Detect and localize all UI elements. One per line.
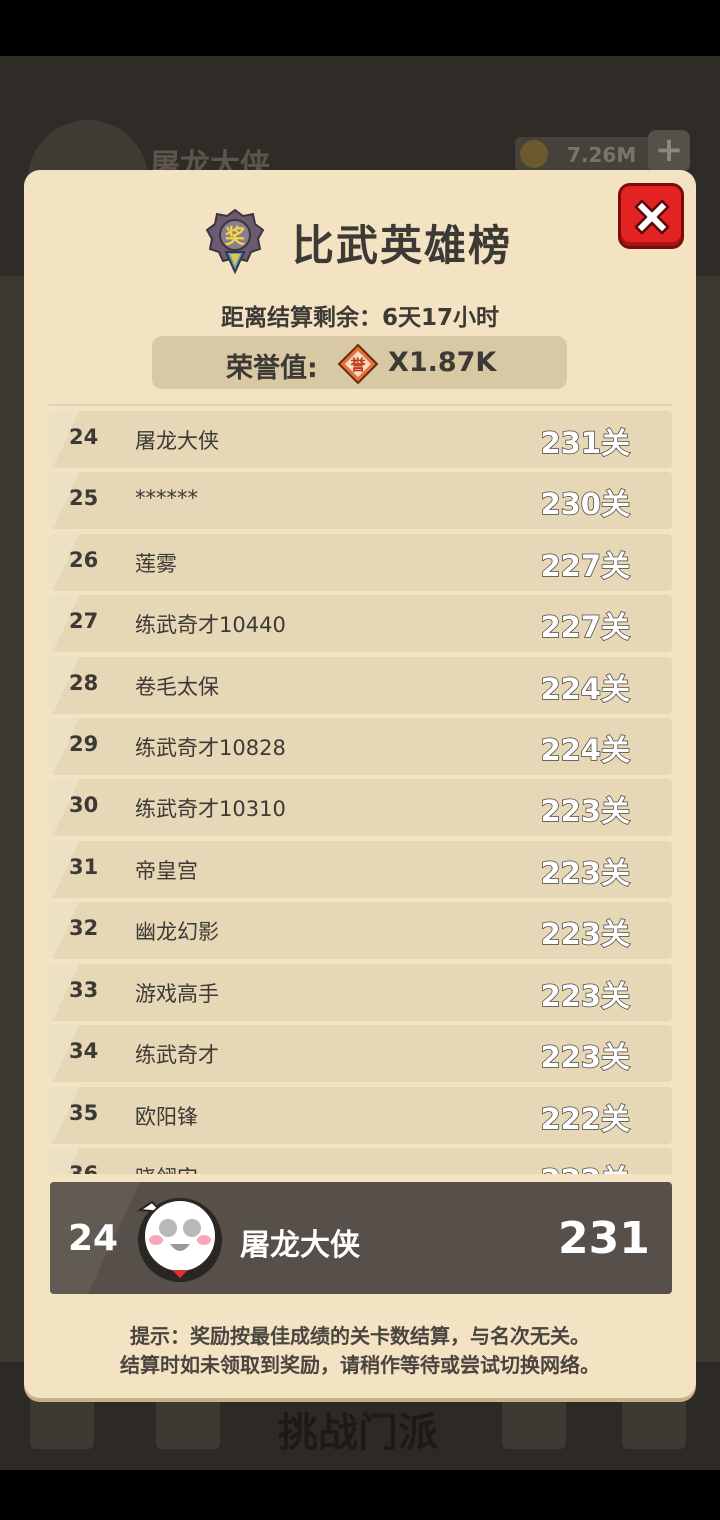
coin-icon: [520, 140, 548, 168]
ranking-score: 223关: [540, 855, 631, 891]
my-player-name: 屠龙大侠: [240, 1228, 360, 1263]
ranking-row: 31 帝皇宫 223关: [49, 841, 672, 898]
ranking-rank: 26: [69, 548, 99, 572]
ranking-score: 231关: [540, 425, 631, 461]
ranking-score: 223关: [540, 793, 631, 829]
ranking-row: 36 晓翎宙 222关: [49, 1148, 672, 1174]
ranking-rank: 32: [69, 916, 99, 940]
my-rank: 24: [68, 1218, 119, 1259]
ranking-rank: 34: [69, 1039, 99, 1063]
ranking-player-name: 晓翎宙: [135, 1162, 198, 1174]
honor-label: 荣誉值:: [226, 353, 318, 384]
ranking-player-name: 练武奇才10310: [135, 797, 286, 821]
ranking-rank: 27: [69, 609, 99, 633]
ranking-player-name: 卷毛太保: [135, 675, 219, 699]
ranking-rank: 25: [69, 486, 99, 510]
honor-badge-icon: 誉: [337, 343, 379, 385]
ranking-score: 227关: [540, 548, 631, 584]
ranking-row: 26 莲雾 227关: [49, 534, 672, 591]
dialog-title: 比武英雄榜: [292, 221, 513, 270]
ranking-row: 33 游戏高手 223关: [49, 964, 672, 1021]
award-emblem-icon: 奖: [206, 208, 264, 274]
ranking-rank: 36: [69, 1162, 99, 1174]
svg-text:奖: 奖: [225, 224, 246, 248]
ranking-row: 29 练武奇才10828 224关: [49, 718, 672, 775]
ranking-row: 28 卷毛太保 224关: [49, 657, 672, 714]
ranking-player-name: 练武奇才10440: [135, 613, 286, 637]
tip-text: 结算时如未领取到奖励，请稍作等待或尝试切换网络。: [120, 1353, 600, 1377]
ranking-score: 230关: [540, 486, 631, 522]
ranking-score: 227关: [540, 609, 631, 645]
ranking-list[interactable]: 24 屠龙大侠 231关 25 ****** 230关 26 莲雾 227关 2…: [49, 404, 672, 1174]
ranking-row: 35 欧阳锋 222关: [49, 1087, 672, 1144]
ranking-player-name: 幽龙幻影: [135, 920, 219, 944]
ranking-score: 222关: [540, 1157, 631, 1174]
ranking-score: 222关: [540, 1101, 631, 1137]
ranking-player-name: 练武奇才: [135, 1043, 219, 1067]
ranking-row: 27 练武奇才10440 227关: [49, 595, 672, 652]
ranking-player-name: 练武奇才10828: [135, 736, 286, 760]
background-challenge-label: 挑战门派: [278, 1410, 438, 1456]
honor-value: X1.87K: [388, 347, 497, 378]
ranking-player-name: 莲雾: [135, 552, 177, 576]
background-add-coins-button: +: [648, 130, 690, 172]
ranking-player-name: 屠龙大侠: [135, 429, 219, 453]
ranking-score: 223关: [540, 978, 631, 1014]
ranking-player-name: ******: [135, 486, 198, 510]
ranking-rank: 30: [69, 793, 99, 817]
ranking-row: 30 练武奇才10310 223关: [49, 779, 672, 836]
close-icon: [634, 199, 670, 235]
ranking-rank: 35: [69, 1101, 99, 1125]
ranking-player-name: 欧阳锋: [135, 1105, 198, 1129]
tip-text: 提示：奖励按最佳成绩的关卡数结算，与名次无关。: [130, 1324, 590, 1348]
ranking-player-name: 游戏高手: [135, 982, 219, 1006]
my-score: 231: [558, 1213, 650, 1264]
ranking-rank: 29: [69, 732, 99, 756]
ranking-rank: 24: [69, 425, 99, 449]
ranking-score: 223关: [540, 916, 631, 952]
ranking-player-name: 帝皇宫: [135, 859, 198, 883]
ranking-rank: 31: [69, 855, 99, 879]
ranking-row: 32 幽龙幻影 223关: [49, 902, 672, 959]
navigation-bar: [0, 1470, 720, 1520]
svg-text:誉: 誉: [349, 356, 366, 374]
ranking-rank: 28: [69, 671, 99, 695]
close-button[interactable]: [618, 183, 684, 249]
status-bar: [0, 0, 720, 56]
ranking-row: 25 ****** 230关: [49, 472, 672, 529]
ranking-rank: 33: [69, 978, 99, 1002]
ranking-score: 224关: [540, 732, 631, 768]
ranking-row: 24 屠龙大侠 231关: [49, 411, 672, 468]
ranking-row: 34 练武奇才 223关: [49, 1025, 672, 1082]
ranking-score: 224关: [540, 671, 631, 707]
avatar: [137, 1198, 222, 1282]
ranking-score: 223关: [540, 1039, 631, 1075]
settlement-countdown: 距离结算剩余：6天17小时: [220, 305, 499, 331]
